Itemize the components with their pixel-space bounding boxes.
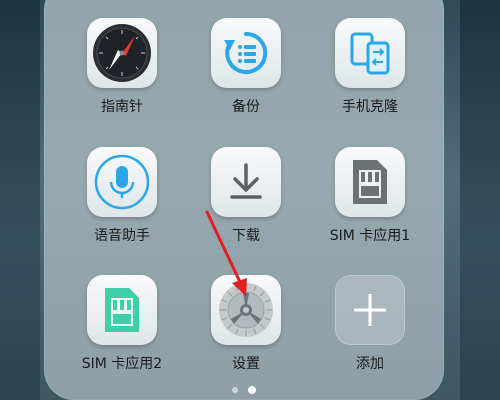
app-compass[interactable]: 指南针 (67, 18, 177, 116)
backup-icon (211, 18, 281, 88)
app-label: SIM 卡应用2 (81, 356, 163, 372)
app-settings[interactable]: 设置 (191, 275, 301, 373)
app-download[interactable]: 下载 (191, 147, 301, 245)
app-label: 添加 (356, 356, 384, 372)
app-label: 下载 (232, 228, 260, 244)
download-icon (211, 147, 281, 217)
page-dot-active[interactable] (248, 386, 256, 394)
app-label: 设置 (232, 356, 260, 372)
app-voice-assistant[interactable]: 语音助手 (67, 147, 177, 245)
microphone-icon (87, 147, 157, 217)
add-app-button[interactable]: 添加 (315, 275, 425, 373)
app-label: 手机克隆 (342, 99, 398, 115)
sim-card-icon (335, 147, 405, 217)
plus-icon (335, 275, 405, 345)
wallpaper-edge-right (460, 0, 500, 400)
app-sim-toolkit-2[interactable]: SIM 卡应用2 (67, 275, 177, 373)
app-label: 语音助手 (94, 228, 150, 244)
page-indicator (232, 386, 256, 394)
page-dot[interactable] (232, 387, 238, 393)
app-label: SIM 卡应用1 (329, 228, 411, 244)
sim-card-icon (87, 275, 157, 345)
gear-icon (211, 275, 281, 345)
app-phone-clone[interactable]: 手机克隆 (315, 18, 425, 116)
app-label: 指南针 (101, 99, 143, 115)
app-label: 备份 (232, 99, 260, 115)
phone-clone-icon (335, 18, 405, 88)
compass-icon (87, 18, 157, 88)
app-backup[interactable]: 备份 (191, 18, 301, 116)
wallpaper-edge-left (0, 0, 40, 400)
app-sim-toolkit-1[interactable]: SIM 卡应用1 (315, 147, 425, 245)
